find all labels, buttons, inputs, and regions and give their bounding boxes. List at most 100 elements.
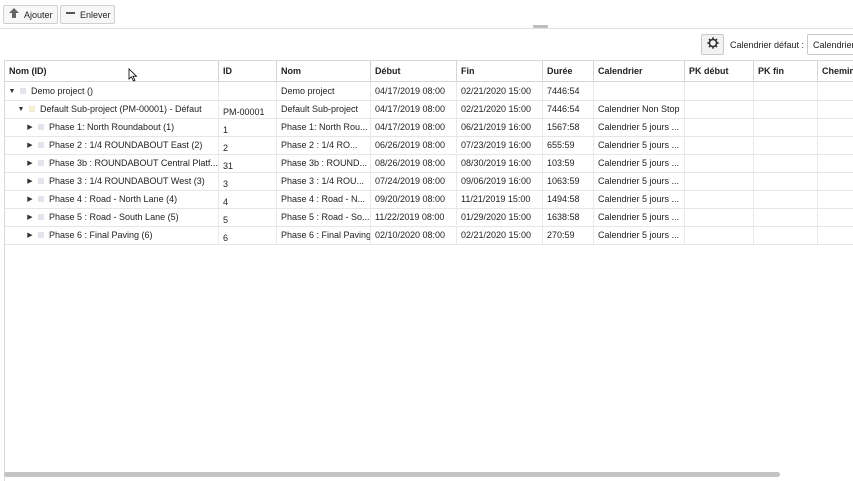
cell-path	[818, 154, 853, 172]
cell-pk-start	[685, 208, 754, 226]
cell-name-id: ▶ Phase 6 : Final Paving (6)	[5, 226, 219, 244]
cell-start: 04/17/2019 08:00	[371, 100, 457, 118]
horizontal-scrollbar[interactable]	[4, 472, 780, 477]
column-header-name-id[interactable]: Nom (ID)	[5, 61, 219, 81]
column-header-name[interactable]: Nom	[277, 61, 371, 81]
table-row[interactable]: ▶ Phase 5 : Road - South Lane (5) 5 Phase 5…	[5, 208, 853, 227]
table-row[interactable]: ▶ Phase 2 : 1/4 ROUNDABOUT East (2) 2 Phase…	[5, 136, 853, 155]
task-color-icon	[20, 88, 26, 94]
expand-right-icon[interactable]: ▶	[26, 177, 34, 185]
cell-name: Phase 5 : Road - So...	[277, 208, 371, 226]
row-name-label: Phase 3 : 1/4 ROUNDABOUT West (3)	[49, 176, 205, 186]
cell-duration: 1638:58	[543, 208, 594, 226]
cell-pk-end	[754, 226, 818, 244]
expand-right-icon[interactable]: ▶	[26, 159, 34, 167]
expand-right-icon[interactable]: ▶	[26, 231, 34, 239]
cell-pk-start	[685, 172, 754, 190]
table-row[interactable]: ▶ Phase 6 : Final Paving (6) 6 Phase 6 : Fi…	[5, 226, 853, 245]
column-header-duration[interactable]: Durée	[543, 61, 594, 81]
cell-path	[818, 190, 853, 208]
cell-calendar: Calendrier 5 jours ...	[594, 136, 685, 154]
cell-pk-end	[754, 82, 818, 100]
cell-calendar: Calendrier 5 jours ...	[594, 226, 685, 244]
cell-name-id: ▶ Phase 1: North Roundabout (1)	[5, 118, 219, 136]
cell-id: 4	[219, 190, 277, 208]
task-color-icon	[29, 106, 35, 112]
cell-path	[818, 208, 853, 226]
row-name-label: Phase 4 : Road - North Lane (4)	[49, 194, 178, 204]
cell-name-id: ▼ Default Sub-project (PM-00001) - Défaut	[5, 100, 219, 118]
row-name-label: Demo project ()	[31, 86, 94, 96]
cell-calendar: Calendrier Non Stop	[594, 100, 685, 118]
cell-duration: 655:59	[543, 136, 594, 154]
cell-start: 07/24/2019 08:00	[371, 172, 457, 190]
cell-name-id: ▶ Phase 3b : ROUNDABOUT Central Platf...	[5, 154, 219, 172]
cell-pk-start	[685, 226, 754, 244]
top-toolbar: Ajouter Enlever	[0, 0, 853, 29]
cell-end: 02/21/2020 15:00	[457, 226, 543, 244]
arrow-up-icon	[9, 8, 19, 21]
cell-start: 04/17/2019 08:00	[371, 82, 457, 100]
column-header-calendar[interactable]: Calendrier	[594, 61, 685, 81]
remove-button[interactable]: Enlever	[60, 5, 115, 24]
cell-name-id: ▶ Phase 4 : Road - North Lane (4)	[5, 190, 219, 208]
cell-duration: 1567:58	[543, 118, 594, 136]
table-row[interactable]: ▶ Phase 3 : 1/4 ROUNDABOUT West (3) 3 Phase…	[5, 172, 853, 191]
task-color-icon	[38, 160, 44, 166]
cell-pk-start	[685, 118, 754, 136]
cell-id: 2	[219, 136, 277, 154]
cell-path	[818, 100, 853, 118]
cell-name-id: ▼ Demo project ()	[5, 82, 219, 100]
table-row[interactable]: ▼ Default Sub-project (PM-00001) - Défaut…	[5, 100, 853, 119]
table-row[interactable]: ▶ Phase 4 : Road - North Lane (4) 4 Phase 4…	[5, 190, 853, 209]
cell-path	[818, 82, 853, 100]
table-row[interactable]: ▶ Phase 3b : ROUNDABOUT Central Platf... 3…	[5, 154, 853, 173]
cell-calendar: Calendrier 5 jours ...	[594, 190, 685, 208]
column-header-id[interactable]: ID	[219, 61, 277, 81]
cell-start: 02/10/2020 08:00	[371, 226, 457, 244]
column-header-pk-end[interactable]: PK fin	[754, 61, 818, 81]
cell-start: 06/26/2019 08:00	[371, 136, 457, 154]
cell-start: 08/26/2019 08:00	[371, 154, 457, 172]
expand-down-icon[interactable]: ▼	[17, 106, 25, 113]
column-header-start[interactable]: Début	[371, 61, 457, 81]
cell-calendar	[594, 82, 685, 100]
expand-down-icon[interactable]: ▼	[8, 88, 16, 95]
cell-end: 08/30/2019 16:00	[457, 154, 543, 172]
table-row[interactable]: ▼ Demo project () Demo project 04/17/2019 0…	[5, 82, 853, 101]
default-calendar-label: Calendrier défaut :	[730, 40, 805, 50]
cell-pk-end	[754, 136, 818, 154]
cell-calendar: Calendrier 5 jours ...	[594, 154, 685, 172]
row-name-label: Phase 1: North Roundabout (1)	[49, 122, 175, 132]
default-calendar-select[interactable]: Calendrier	[807, 34, 853, 55]
minus-icon	[66, 8, 75, 21]
expand-right-icon[interactable]: ▶	[26, 141, 34, 149]
cell-pk-end	[754, 208, 818, 226]
cell-pk-start	[685, 82, 754, 100]
cell-duration: 103:59	[543, 154, 594, 172]
remove-button-label: Enlever	[80, 9, 111, 20]
column-header-path[interactable]: Chemin	[818, 61, 853, 81]
cell-start: 11/22/2019 08:00	[371, 208, 457, 226]
cell-end: 02/21/2020 15:00	[457, 100, 543, 118]
expand-right-icon[interactable]: ▶	[26, 195, 34, 203]
cell-pk-end	[754, 172, 818, 190]
table-row[interactable]: ▶ Phase 1: North Roundabout (1) 1 Phase 1: …	[5, 118, 853, 137]
cell-pk-start	[685, 154, 754, 172]
expand-right-icon[interactable]: ▶	[26, 123, 34, 131]
task-color-icon	[38, 214, 44, 220]
cell-end: 01/29/2020 15:00	[457, 208, 543, 226]
cell-id: 1	[219, 118, 277, 136]
panel-splitter-handle[interactable]	[533, 25, 548, 28]
cell-id	[219, 82, 277, 100]
mouse-cursor-icon	[128, 68, 138, 82]
column-header-end[interactable]: Fin	[457, 61, 543, 81]
task-color-icon	[38, 142, 44, 148]
add-button[interactable]: Ajouter	[3, 5, 58, 24]
column-header-pk-start[interactable]: PK début	[685, 61, 754, 81]
expand-right-icon[interactable]: ▶	[26, 213, 34, 221]
cell-name-id: ▶ Phase 5 : Road - South Lane (5)	[5, 208, 219, 226]
settings-button[interactable]	[701, 34, 724, 55]
cell-name: Phase 1: North Rou...	[277, 118, 371, 136]
row-name-label: Phase 5 : Road - South Lane (5)	[49, 212, 179, 222]
